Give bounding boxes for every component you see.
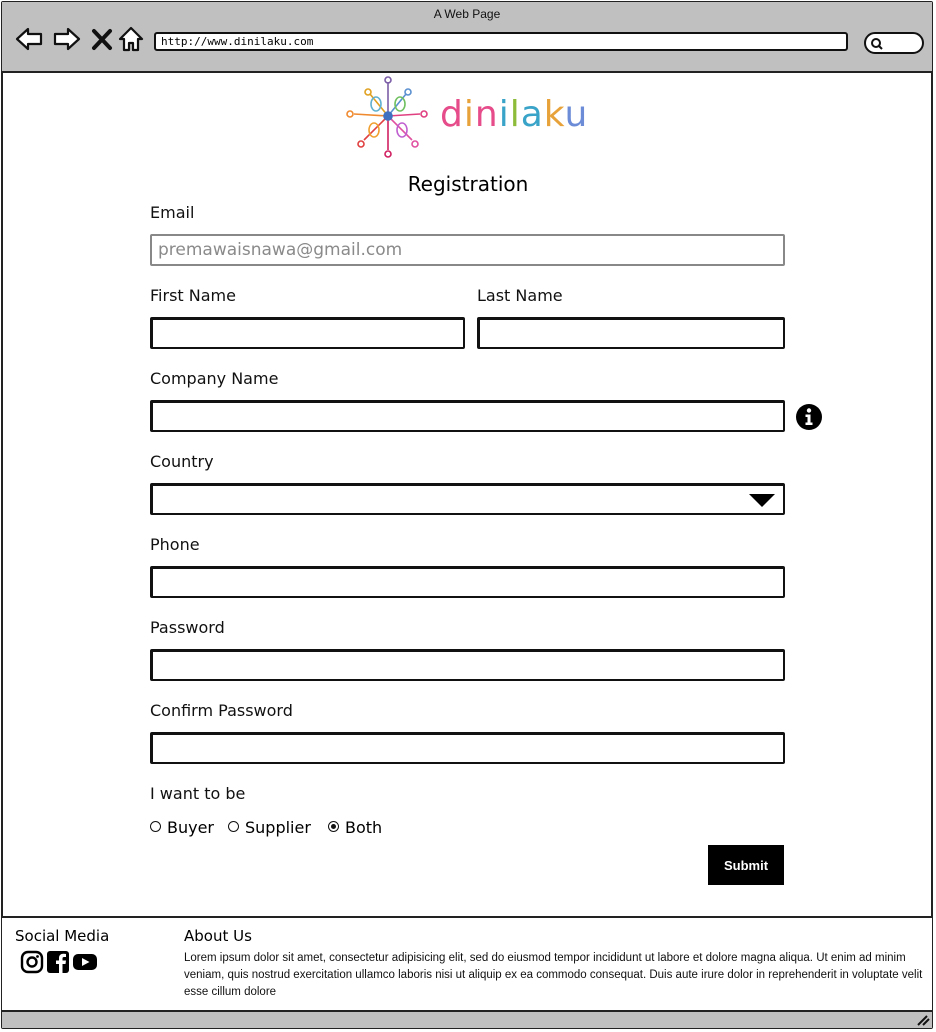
home-icon <box>118 26 144 52</box>
radio-circle-icon <box>150 821 161 832</box>
company-name-field-box <box>150 400 785 432</box>
email-label: Email <box>150 203 195 222</box>
about-us-text: Lorem ipsum dolor sit amet, consectetur … <box>184 952 923 998</box>
password-field[interactable] <box>152 651 783 679</box>
password-label: Password <box>150 618 225 637</box>
home-button[interactable] <box>116 24 146 54</box>
footer: Social Media About Us Lorem ipsum dolor … <box>2 916 932 1010</box>
email-field-box <box>150 234 785 266</box>
radio-selected-icon <box>328 821 339 832</box>
company-name-field[interactable] <box>152 402 783 430</box>
radio-supplier[interactable]: Supplier <box>228 818 311 837</box>
first-name-label: First Name <box>150 286 236 305</box>
address-bar[interactable]: http://www.dinilaku.com <box>154 32 848 51</box>
radio-buyer-label: Buyer <box>167 818 215 837</box>
info-icon[interactable] <box>795 403 823 431</box>
social-media-heading: Social Media <box>15 927 110 945</box>
role-label: I want to be <box>150 784 246 803</box>
radio-supplier-label: Supplier <box>245 818 311 837</box>
page-title: Registration <box>407 172 529 196</box>
phone-field-box <box>150 566 785 598</box>
radio-buyer[interactable]: Buyer <box>150 818 214 837</box>
search-icon <box>871 38 883 50</box>
browser-toolbar: A Web Page http://www.dinilaku.com <box>2 2 932 73</box>
facebook-icon[interactable] <box>46 950 70 974</box>
flower-logo-icon <box>346 76 428 158</box>
arrow-right-icon <box>53 27 81 51</box>
brand-name: dinilaku <box>440 94 589 135</box>
stop-button[interactable] <box>88 24 118 54</box>
country-label: Country <box>150 452 214 471</box>
last-name-field-box <box>477 317 785 349</box>
search-box[interactable] <box>864 32 924 54</box>
confirm-password-label: Confirm Password <box>150 701 293 720</box>
forward-button[interactable] <box>52 24 82 54</box>
instagram-icon[interactable] <box>20 950 44 974</box>
radio-both-label: Both <box>345 818 383 837</box>
radio-both[interactable]: Both <box>328 818 382 837</box>
confirm-password-field-box <box>150 732 785 764</box>
first-name-field[interactable] <box>152 319 463 347</box>
radio-circle-icon <box>228 821 239 832</box>
close-icon <box>92 29 112 50</box>
arrow-left-icon <box>15 27 43 51</box>
window-title: A Web Page <box>433 7 501 21</box>
confirm-password-field[interactable] <box>152 734 783 762</box>
social-links <box>20 950 97 974</box>
phone-field[interactable] <box>152 568 783 596</box>
youtube-icon[interactable] <box>72 950 97 974</box>
last-name-label: Last Name <box>477 286 563 305</box>
company-name-label: Company Name <box>150 369 279 388</box>
last-name-field[interactable] <box>479 319 783 347</box>
status-bar <box>2 1010 932 1028</box>
phone-label: Phone <box>150 535 200 554</box>
resize-handle-icon[interactable] <box>916 1014 930 1026</box>
country-select[interactable] <box>150 483 785 515</box>
brand-logo: dinilaku dinilaku <box>340 74 590 164</box>
back-button[interactable] <box>14 24 44 54</box>
chevron-down-icon <box>749 494 775 507</box>
password-field-box <box>150 649 785 681</box>
first-name-field-box <box>150 317 465 349</box>
email-field[interactable] <box>152 236 783 264</box>
about-us-heading: About Us <box>184 927 252 945</box>
submit-button[interactable]: Submit <box>708 845 784 885</box>
